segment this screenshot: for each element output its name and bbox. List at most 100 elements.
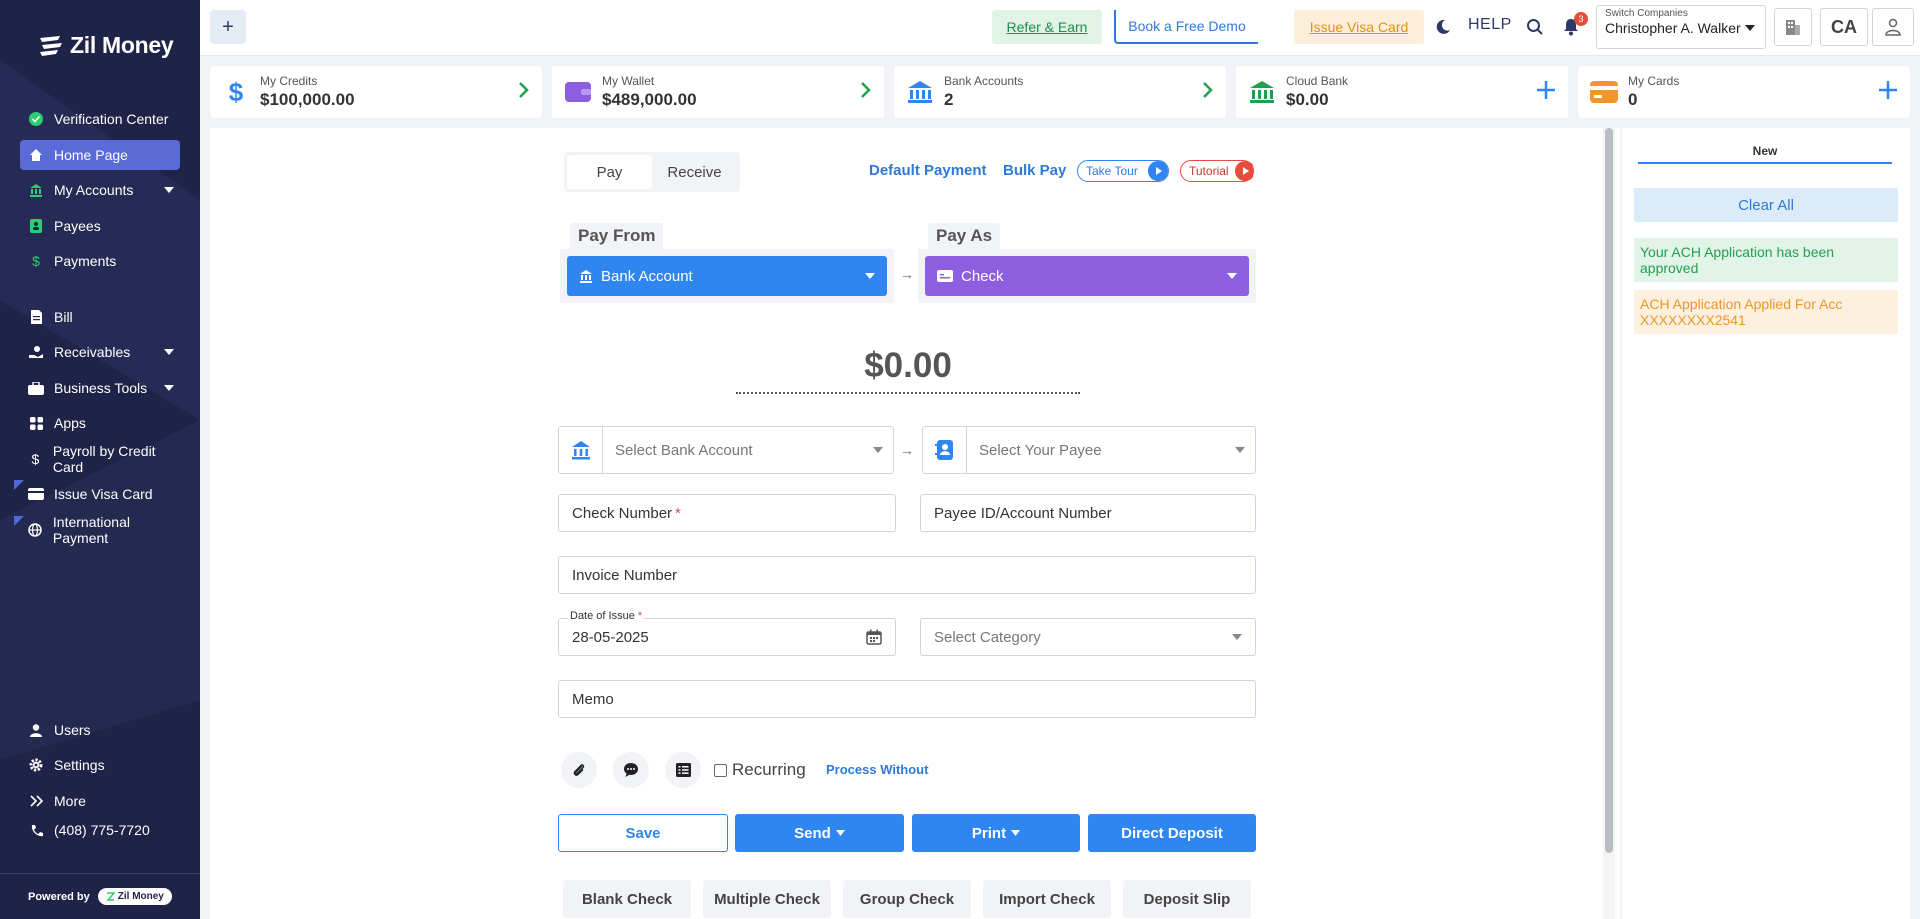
caret-down-icon bbox=[164, 385, 174, 391]
notification-item[interactable]: Your ACH Application has been approved bbox=[1634, 238, 1898, 282]
sidebar-item-apps[interactable]: Apps bbox=[20, 408, 180, 438]
amount-display[interactable]: $0.00 bbox=[736, 346, 1080, 394]
dollar-icon: $ bbox=[32, 253, 40, 269]
pay-from-label: Pay From bbox=[570, 223, 664, 249]
attachment-button[interactable] bbox=[561, 752, 597, 788]
category-select[interactable]: Select Category bbox=[920, 618, 1256, 656]
bank-account-select[interactable]: Select Bank Account bbox=[558, 426, 894, 474]
print-button[interactable]: Print bbox=[912, 814, 1080, 852]
pay-from-dropdown[interactable]: Bank Account bbox=[567, 256, 887, 296]
help-link[interactable]: HELP bbox=[1468, 16, 1512, 34]
profile-button[interactable] bbox=[1872, 8, 1914, 46]
card-value: $489,000.00 bbox=[602, 90, 697, 109]
bulk-pay-link[interactable]: Bulk Pay bbox=[1003, 162, 1066, 179]
pay-as-group: Check bbox=[918, 249, 1256, 303]
notification-item[interactable]: ACH Application Applied For Acc XXXXXXXX… bbox=[1634, 290, 1898, 334]
card-title: My Wallet bbox=[602, 74, 655, 88]
caret-down-icon bbox=[164, 187, 174, 193]
sidebar-item-settings[interactable]: Settings bbox=[20, 750, 180, 780]
payee-id-field[interactable]: Payee ID/Account Number bbox=[920, 494, 1256, 532]
sidebar-item-international-payment[interactable]: International Payment bbox=[20, 514, 180, 546]
card-value: 2 bbox=[944, 90, 954, 109]
dark-mode-icon[interactable] bbox=[1432, 16, 1454, 38]
switch-company-dropdown[interactable]: Switch Companies Christopher A. Walker bbox=[1596, 5, 1766, 49]
plus-icon[interactable] bbox=[1878, 80, 1898, 100]
apps-icon bbox=[28, 415, 44, 431]
details-button[interactable] bbox=[665, 752, 701, 788]
card-my-credits[interactable]: $ My Credits $100,000.00 bbox=[210, 66, 542, 118]
sidebar-item-verification-center[interactable]: Verification Center bbox=[20, 104, 180, 134]
memo-field[interactable]: Memo bbox=[558, 680, 1256, 718]
contact-book-icon bbox=[923, 427, 967, 473]
check-circle-icon bbox=[28, 111, 44, 127]
send-button[interactable]: Send bbox=[735, 814, 904, 852]
comment-button[interactable] bbox=[613, 752, 649, 788]
sidebar-item-home-page[interactable]: Home Page bbox=[20, 140, 180, 170]
sidebar-item-receivables[interactable]: Receivables bbox=[20, 337, 180, 367]
sidebar-item-payments[interactable]: $ Payments bbox=[20, 246, 180, 276]
tab-deposit-slip[interactable]: Deposit Slip bbox=[1123, 880, 1251, 918]
book-demo-link[interactable]: Book a Free Demo bbox=[1114, 10, 1258, 44]
sidebar-item-label: Payees bbox=[54, 218, 101, 234]
save-button[interactable]: Save bbox=[558, 814, 728, 852]
user-initials-button[interactable]: CA bbox=[1820, 8, 1868, 46]
sidebar-item-label: Settings bbox=[54, 757, 105, 773]
sidebar-item-bill[interactable]: Bill bbox=[20, 302, 180, 332]
powered-by-badge[interactable]: Zil Money bbox=[97, 888, 172, 905]
issue-visa-card-button[interactable]: Issue Visa Card bbox=[1294, 10, 1424, 44]
plus-icon[interactable] bbox=[1536, 80, 1556, 100]
date-of-issue-label: Date of Issue * bbox=[568, 610, 645, 622]
sidebar-item-my-accounts[interactable]: My Accounts bbox=[20, 175, 180, 205]
chevron-right-icon[interactable] bbox=[1202, 80, 1214, 100]
chevron-right-icon[interactable] bbox=[860, 80, 872, 100]
tab-blank-check[interactable]: Blank Check bbox=[563, 880, 691, 918]
sidebar-item-more[interactable]: More bbox=[20, 786, 180, 816]
tab-pay[interactable]: Pay bbox=[567, 155, 652, 189]
card-title: Bank Accounts bbox=[944, 74, 1024, 88]
sidebar-item-payees[interactable]: Payees bbox=[20, 211, 180, 241]
invoice-number-placeholder: Invoice Number bbox=[572, 566, 678, 584]
clear-all-button[interactable]: Clear All bbox=[1634, 188, 1898, 222]
card-bank-accounts[interactable]: Bank Accounts 2 bbox=[894, 66, 1226, 118]
tutorial-button[interactable]: Tutorial bbox=[1180, 160, 1254, 182]
chevron-right-icon[interactable] bbox=[518, 80, 530, 100]
card-my-wallet[interactable]: My Wallet $489,000.00 bbox=[552, 66, 884, 118]
sidebar-item-payroll[interactable]: $ Payroll by Credit Card bbox=[20, 443, 180, 475]
search-icon[interactable] bbox=[1524, 16, 1546, 38]
double-chevron-icon bbox=[28, 793, 44, 809]
sidebar-item-users[interactable]: Users bbox=[20, 715, 180, 745]
card-my-cards[interactable]: My Cards 0 bbox=[1578, 66, 1910, 118]
tab-group-check[interactable]: Group Check bbox=[843, 880, 971, 918]
switch-company-label: Switch Companies bbox=[1605, 8, 1688, 19]
bill-icon bbox=[28, 309, 44, 325]
sidebar-item-issue-visa-card[interactable]: Issue Visa Card bbox=[20, 479, 180, 509]
date-of-issue-field[interactable]: 28-05-2025 bbox=[558, 618, 896, 656]
zil-money-logo[interactable]: Zil Money bbox=[38, 32, 174, 59]
zil-logo-icon bbox=[40, 35, 62, 56]
recurring-checkbox[interactable]: Recurring bbox=[714, 760, 806, 780]
default-payment-link[interactable]: Default Payment bbox=[869, 162, 987, 179]
building-icon bbox=[1786, 20, 1800, 35]
direct-deposit-button[interactable]: Direct Deposit bbox=[1088, 814, 1256, 852]
sidebar-item-business-tools[interactable]: Business Tools bbox=[20, 373, 180, 403]
process-without-link[interactable]: Process Without bbox=[826, 762, 928, 777]
card-cloud-bank[interactable]: Cloud Bank $0.00 bbox=[1236, 66, 1568, 118]
invoice-number-field[interactable]: Invoice Number bbox=[558, 556, 1256, 594]
check-number-field[interactable]: Check Number * bbox=[558, 494, 896, 532]
pay-as-dropdown[interactable]: Check bbox=[925, 256, 1249, 296]
take-tour-button[interactable]: Take Tour bbox=[1077, 160, 1169, 182]
bank-icon bbox=[580, 270, 592, 283]
quick-add-button[interactable]: + bbox=[210, 10, 246, 44]
tab-receive[interactable]: Receive bbox=[652, 155, 737, 189]
tab-multiple-check[interactable]: Multiple Check bbox=[703, 880, 831, 918]
company-building-button[interactable] bbox=[1774, 8, 1812, 46]
dollar-icon: $ bbox=[31, 451, 40, 467]
payee-select[interactable]: Select Your Payee bbox=[922, 426, 1256, 474]
refer-earn-button[interactable]: Refer & Earn bbox=[992, 10, 1102, 44]
checkbox[interactable] bbox=[714, 763, 727, 777]
sidebar-item-phone[interactable]: (408) 775-7720 bbox=[20, 815, 180, 845]
tab-new-notifications[interactable]: New bbox=[1638, 144, 1892, 164]
scrollbar-thumb[interactable] bbox=[1605, 128, 1613, 853]
tab-import-check[interactable]: Import Check bbox=[983, 880, 1111, 918]
calendar-icon[interactable] bbox=[866, 629, 882, 645]
